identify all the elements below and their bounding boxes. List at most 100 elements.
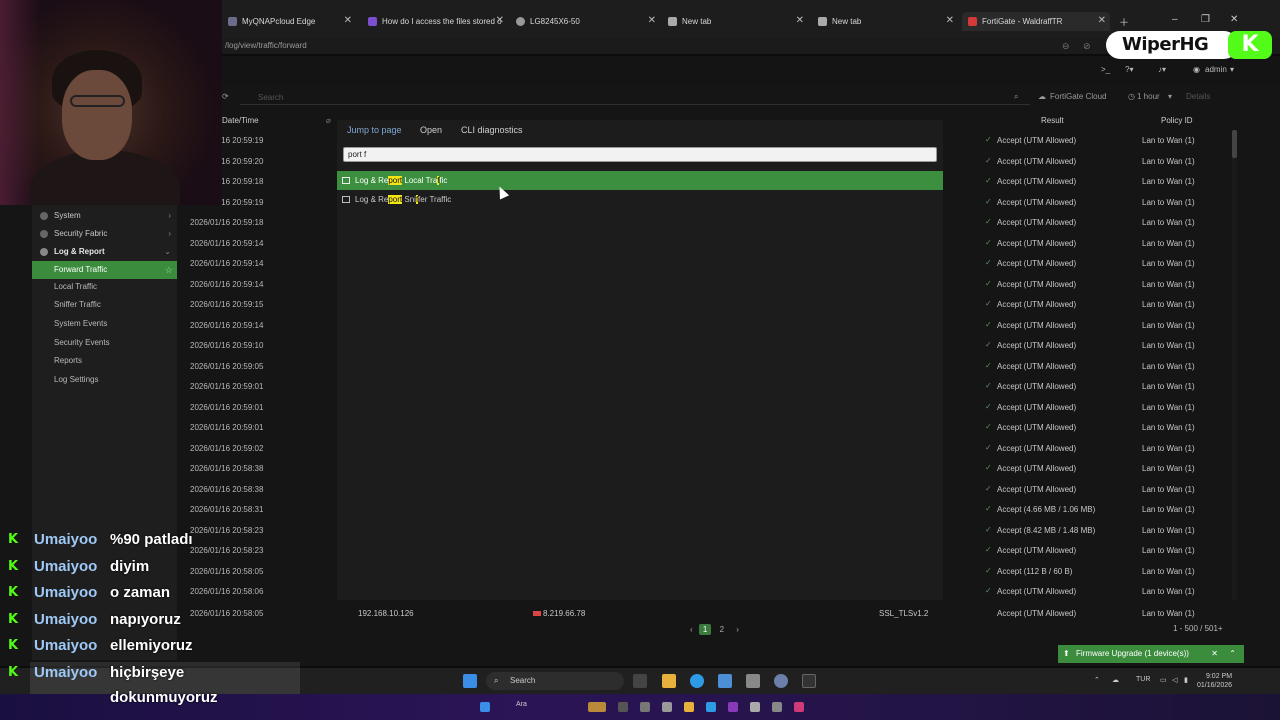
- log-search-input[interactable]: Search: [240, 91, 1030, 105]
- terminal-icon[interactable]: [802, 674, 816, 688]
- file-explorer-icon[interactable]: [662, 674, 676, 688]
- cli-icon[interactable]: >_: [1101, 65, 1110, 74]
- windows-start-icon[interactable]: [480, 702, 490, 712]
- browser-tab[interactable]: New tab ✕: [662, 12, 808, 31]
- page-1-button[interactable]: 1: [698, 624, 712, 635]
- check-icon: ✓: [985, 483, 992, 493]
- firmware-upgrade-notice[interactable]: ⬆ Firmware Upgrade (1 device(s)) ✕ ⌃: [1058, 645, 1244, 663]
- file-explorer-icon[interactable]: [684, 702, 694, 712]
- app-icon[interactable]: [718, 674, 732, 688]
- browser-tab[interactable]: How do I access the files stored o ✕: [362, 12, 508, 31]
- volume-icon[interactable]: ◁: [1172, 676, 1177, 684]
- close-icon[interactable]: ✕: [1211, 645, 1218, 663]
- sidebar-item-forward-traffic[interactable]: Forward Traffic ☆: [32, 261, 177, 279]
- check-icon: ✓: [985, 237, 992, 247]
- browser-tab[interactable]: New tab ✕: [812, 12, 958, 31]
- star-icon[interactable]: ☆: [165, 261, 173, 279]
- settings-icon[interactable]: [774, 674, 788, 688]
- chevron-up-icon[interactable]: ⌃: [1229, 645, 1236, 663]
- log-source-select[interactable]: FortiGate Cloud: [1050, 92, 1106, 101]
- host-search[interactable]: Ara: [516, 701, 527, 708]
- table-scrollbar[interactable]: [1232, 130, 1237, 600]
- user-icon[interactable]: ◉: [1193, 65, 1200, 74]
- taskbar-search[interactable]: ⌕ Search: [486, 672, 624, 690]
- tool-icon[interactable]: [746, 674, 760, 688]
- system-clock[interactable]: 9:02 PM 01/16/2026: [1197, 672, 1232, 690]
- close-tab-icon[interactable]: ✕: [648, 15, 656, 26]
- sidebar-item-reports[interactable]: Reports: [32, 353, 177, 369]
- network-icon[interactable]: ▭: [1160, 676, 1167, 684]
- bell-icon[interactable]: ♪▾: [1158, 65, 1166, 74]
- close-tab-icon[interactable]: ✕: [796, 15, 804, 26]
- settings-icon[interactable]: [772, 702, 782, 712]
- column-header-result[interactable]: Result: [1041, 116, 1064, 125]
- app-icon[interactable]: [640, 702, 650, 712]
- column-header-date[interactable]: Date/Time: [222, 116, 259, 125]
- close-window-icon[interactable]: ✕: [1230, 14, 1238, 25]
- clock-icon: ◷: [1128, 92, 1135, 101]
- language-indicator[interactable]: TUR: [1136, 676, 1150, 683]
- search-icon[interactable]: ⌕: [1014, 92, 1018, 102]
- task-view-icon[interactable]: [633, 674, 647, 688]
- browser-tab[interactable]: LG8245X6-50 ✕: [510, 12, 660, 31]
- tab-open[interactable]: Open: [420, 125, 442, 135]
- new-tab-button[interactable]: ＋: [1119, 14, 1129, 29]
- sidebar-item-sniffer-traffic[interactable]: Sniffer Traffic: [32, 297, 177, 313]
- edge-icon[interactable]: [690, 674, 704, 688]
- tab-cli-diagnostics[interactable]: CLI diagnostics: [461, 125, 523, 135]
- result-sniffer-traffic[interactable]: Log & Report Sniffer Traffic: [337, 190, 943, 209]
- app-icon[interactable]: [588, 702, 606, 712]
- prev-page-icon[interactable]: ‹: [690, 625, 693, 634]
- jump-search-input[interactable]: port f: [343, 147, 937, 162]
- maximize-icon[interactable]: ❐: [1201, 14, 1210, 25]
- app-icon[interactable]: [794, 702, 804, 712]
- screen: MyQNAPcloud Edge ✕ How do I access the f…: [0, 0, 1280, 720]
- task-view-icon[interactable]: [618, 702, 628, 712]
- close-tab-icon[interactable]: ✕: [496, 15, 504, 26]
- filter-icon[interactable]: ⌀: [326, 116, 331, 125]
- app-icon[interactable]: [662, 702, 672, 712]
- zoom-icon[interactable]: ⊖: [1062, 41, 1070, 52]
- cloud-icon: ☁: [1038, 92, 1046, 101]
- sidebar-item-log-settings[interactable]: Log Settings: [32, 372, 177, 388]
- check-icon: ✓: [985, 196, 992, 206]
- check-icon: ✓: [985, 319, 992, 329]
- help-icon[interactable]: ?▾: [1125, 65, 1133, 74]
- kick-logo-icon: K: [1228, 31, 1272, 59]
- sidebar-item-log-report[interactable]: Log & Report ⌄: [32, 244, 177, 260]
- refresh-icon[interactable]: ⟳: [222, 92, 229, 101]
- sidebar-item-security-events[interactable]: Security Events: [32, 335, 177, 351]
- browser-tab-active[interactable]: FortiGate - WaldraffTR ✕: [962, 12, 1110, 31]
- tab-jump-to-page[interactable]: Jump to page: [347, 125, 402, 135]
- app-icon[interactable]: [750, 702, 760, 712]
- windows-start-icon[interactable]: [463, 674, 477, 688]
- table-row[interactable]: 2026/01/16 20:58:05 192.168.10.126 8.219…: [186, 603, 1238, 623]
- column-header-policy[interactable]: Policy ID: [1161, 116, 1193, 125]
- result-local-traffic[interactable]: Log & Report Local Traffic: [337, 171, 943, 190]
- tab-label: MyQNAPcloud Edge: [242, 17, 316, 26]
- details-button[interactable]: Details: [1186, 92, 1210, 101]
- no-icon[interactable]: ⊘: [1083, 41, 1091, 52]
- minimize-icon[interactable]: –: [1172, 14, 1178, 25]
- jump-to-page-dialog: Jump to page Open CLI diagnostics port f…: [337, 120, 943, 600]
- url-text[interactable]: /log/view/traffic/forward: [225, 41, 307, 50]
- close-tab-icon[interactable]: ✕: [344, 15, 352, 26]
- battery-icon[interactable]: ▮: [1184, 676, 1188, 684]
- admin-menu[interactable]: admin: [1205, 65, 1227, 74]
- next-page-icon[interactable]: ›: [736, 625, 739, 634]
- sidebar-item-system-events[interactable]: System Events: [32, 316, 177, 332]
- page-2-button[interactable]: 2: [720, 625, 724, 634]
- sidebar-item-system[interactable]: System ›: [32, 208, 177, 224]
- edge-icon[interactable]: [706, 702, 716, 712]
- app-icon[interactable]: [728, 702, 738, 712]
- close-tab-icon[interactable]: ✕: [946, 15, 954, 26]
- chevron-right-icon: ›: [168, 229, 171, 238]
- close-tab-icon[interactable]: ✕: [1098, 15, 1106, 26]
- browser-tab[interactable]: MyQNAPcloud Edge ✕: [222, 12, 356, 31]
- sidebar-item-security-fabric[interactable]: Security Fabric ›: [32, 226, 177, 242]
- chevron-up-icon[interactable]: ⌃: [1094, 676, 1100, 684]
- time-range-select[interactable]: 1 hour: [1137, 92, 1160, 101]
- cloud-icon[interactable]: ☁: [1112, 676, 1119, 684]
- scroll-thumb[interactable]: [1232, 130, 1237, 158]
- sidebar-item-local-traffic[interactable]: Local Traffic: [32, 279, 177, 295]
